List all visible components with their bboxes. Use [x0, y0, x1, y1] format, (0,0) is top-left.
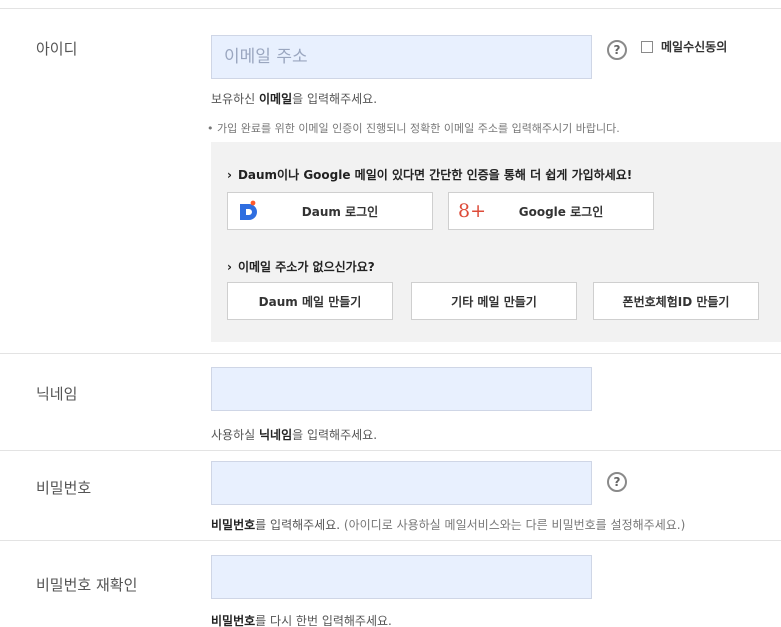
- id-note: • 가입 완료를 위한 이메일 인증이 진행되니 정확한 이메일 주소를 입력해…: [207, 122, 620, 135]
- email-input[interactable]: [211, 35, 592, 79]
- daum-login-label: Daum 로그인: [301, 204, 379, 219]
- confirm-password-hint: 비밀번호를 다시 한번 입력해주세요.: [211, 614, 392, 627]
- password-help-icon[interactable]: ?: [607, 472, 627, 492]
- confirm-password-label: 비밀번호 재확인: [36, 576, 138, 594]
- divider-password: [0, 450, 781, 451]
- create-phone-id-label: 폰번호체험ID 만들기: [622, 294, 730, 309]
- confirm-password-input[interactable]: [211, 555, 592, 599]
- create-other-mail-label: 기타 메일 만들기: [451, 294, 537, 309]
- id-hint-strong: 이메일: [258, 92, 293, 106]
- nickname-hint-strong: 닉네임: [258, 428, 293, 442]
- create-other-mail-button[interactable]: 기타 메일 만들기: [411, 282, 577, 320]
- social-signup-panel: Daum이나 Google 메일이 있다면 간단한 인증을 통해 더 쉽게 가입…: [211, 142, 781, 342]
- id-help-icon[interactable]: ?: [607, 40, 627, 60]
- mail-consent[interactable]: 메일수신동의: [641, 38, 727, 55]
- password-label: 비밀번호: [36, 479, 92, 497]
- nickname-hint: 사용하실 닉네임을 입력해주세요.: [211, 428, 378, 442]
- password-input[interactable]: [211, 461, 592, 505]
- google-login-button[interactable]: 8+ Google 로그인: [448, 192, 654, 230]
- id-hint: 보유하신 이메일을 입력해주세요.: [211, 92, 378, 106]
- divider-confirm: [0, 540, 781, 541]
- nickname-label: 닉네임: [36, 385, 78, 403]
- divider-nickname: [0, 353, 781, 354]
- create-daum-mail-label: Daum 메일 만들기: [258, 294, 362, 309]
- password-hint-strong: 비밀번호: [211, 518, 256, 532]
- social-panel-title: Daum이나 Google 메일이 있다면 간단한 인증을 통해 더 쉽게 가입…: [227, 166, 632, 183]
- daum-login-button[interactable]: Daum 로그인: [227, 192, 433, 230]
- create-phone-id-button[interactable]: 폰번호체험ID 만들기: [593, 282, 759, 320]
- top-divider: [0, 8, 781, 9]
- nickname-input[interactable]: [211, 367, 592, 411]
- mail-consent-checkbox[interactable]: [641, 40, 653, 53]
- password-hint: 비밀번호를 입력해주세요. (아이디로 사용하실 메일서비스와는 다른 비밀번호…: [211, 518, 686, 532]
- mail-consent-label: 메일수신동의: [661, 40, 728, 54]
- create-daum-mail-button[interactable]: Daum 메일 만들기: [227, 282, 393, 320]
- confirm-hint-strong: 비밀번호: [211, 614, 256, 627]
- google-plus-icon: 8+: [457, 200, 486, 222]
- id-label: 아이디: [36, 40, 78, 58]
- no-email-title: 이메일 주소가 없으신가요?: [227, 258, 375, 275]
- google-login-label: Google 로그인: [518, 204, 604, 219]
- daum-logo-icon: [238, 200, 260, 222]
